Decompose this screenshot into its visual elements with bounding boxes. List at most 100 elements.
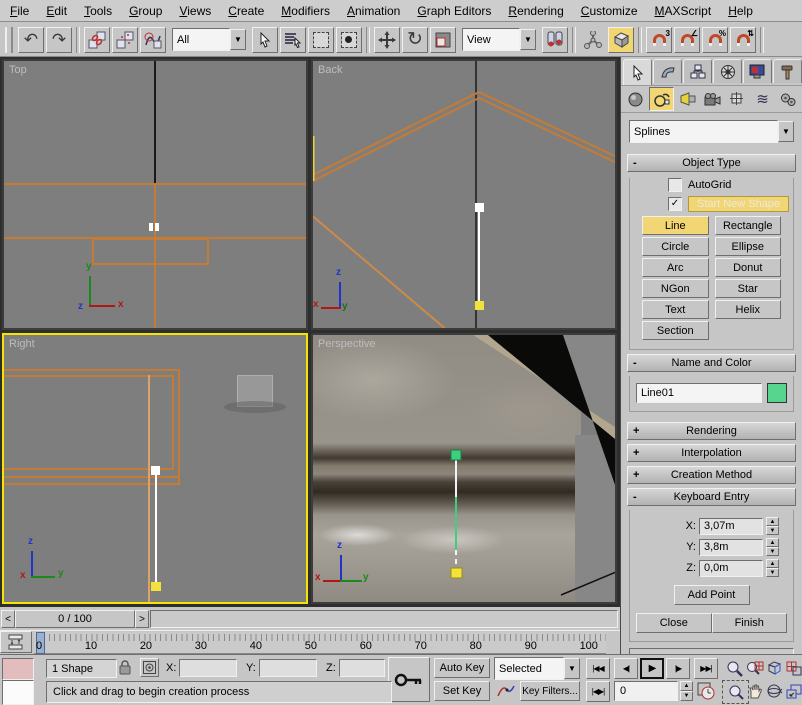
snap-toggle-3d-icon[interactable]: 3 xyxy=(646,27,672,53)
vertex-marker[interactable] xyxy=(151,466,160,475)
tab-hierarchy[interactable] xyxy=(683,59,712,83)
viewport-top-label[interactable]: Top xyxy=(9,64,27,76)
open-mini-curve-editor-icon[interactable] xyxy=(0,631,32,653)
absolute-offset-mode-icon[interactable] xyxy=(140,658,159,677)
vertex-marker-selected[interactable] xyxy=(151,582,161,591)
menu-customize[interactable]: Customize xyxy=(581,4,638,18)
rollout-creation-method[interactable]: + Creation Method xyxy=(627,466,796,484)
key-set-arrow-icon[interactable]: ▼ xyxy=(564,658,580,679)
finish-button[interactable]: Finish xyxy=(712,613,788,633)
menu-help[interactable]: Help xyxy=(728,4,753,18)
button-rectangle[interactable]: Rectangle xyxy=(715,216,782,235)
current-frame-field[interactable]: 0 xyxy=(614,681,678,701)
menu-animation[interactable]: Animation xyxy=(347,4,400,18)
menu-views[interactable]: Views xyxy=(179,4,211,18)
category-helpers-icon[interactable] xyxy=(726,88,749,110)
button-helix[interactable]: Helix xyxy=(715,300,782,319)
add-point-button[interactable]: Add Point xyxy=(674,585,750,605)
y-coord-spinner[interactable]: ▲▼ xyxy=(766,538,779,556)
time-configuration-icon[interactable] xyxy=(697,682,715,703)
menu-modifiers[interactable]: Modifiers xyxy=(281,4,330,18)
auto-key-button[interactable]: Auto Key xyxy=(434,658,490,678)
select-and-move-icon[interactable] xyxy=(374,27,400,53)
tab-motion[interactable] xyxy=(713,59,742,83)
select-and-scale-icon[interactable] xyxy=(430,27,456,53)
key-set-dropdown[interactable]: Selected ▼ xyxy=(494,658,580,679)
tab-modify[interactable] xyxy=(653,59,682,83)
window-crossing-toggle-icon[interactable] xyxy=(336,27,362,53)
time-slider-handle[interactable]: 0 / 100 xyxy=(15,610,135,628)
menu-group[interactable]: Group xyxy=(129,4,162,18)
autogrid-checkbox[interactable] xyxy=(668,178,682,192)
tab-utilities[interactable] xyxy=(773,59,802,83)
button-ngon[interactable]: NGon xyxy=(642,279,709,298)
viewport-top[interactable]: Top y x z xyxy=(2,59,308,330)
menu-graph-editors[interactable]: Graph Editors xyxy=(417,4,491,18)
vertex-marker[interactable] xyxy=(155,223,159,231)
y-coord-field[interactable]: 3,8m xyxy=(699,539,763,556)
current-frame-spinner[interactable]: ▲▼ xyxy=(680,681,693,701)
menu-edit[interactable]: Edit xyxy=(46,4,67,18)
time-slider-track[interactable] xyxy=(150,610,618,628)
viewport-right-label[interactable]: Right xyxy=(9,338,35,350)
key-mode-toggle-icon[interactable]: |◀▶| xyxy=(586,681,610,702)
menu-rendering[interactable]: Rendering xyxy=(508,4,563,18)
viewport-perspective-label[interactable]: Perspective xyxy=(318,338,375,350)
object-color-swatch[interactable] xyxy=(767,383,787,403)
vertex-marker[interactable] xyxy=(149,223,153,231)
status-x-field[interactable] xyxy=(179,659,237,677)
button-section[interactable]: Section xyxy=(642,321,709,340)
category-lights-icon[interactable] xyxy=(676,88,699,110)
maxscript-mini-listener-macro[interactable] xyxy=(2,658,34,680)
menu-file[interactable]: File xyxy=(10,4,29,18)
tab-create[interactable] xyxy=(623,59,652,85)
undo-icon[interactable]: ↶ xyxy=(18,27,44,53)
status-y-field[interactable] xyxy=(259,659,317,677)
go-to-start-icon[interactable]: |◀◀ xyxy=(586,658,610,679)
spline-category-arrow-icon[interactable]: ▼ xyxy=(778,121,794,142)
button-arc[interactable]: Arc xyxy=(642,258,709,277)
select-and-manipulate-icon[interactable] xyxy=(580,27,606,53)
selection-lock-icon[interactable] xyxy=(118,659,132,678)
tab-display[interactable] xyxy=(743,59,772,83)
play-animation-icon[interactable]: ▶ xyxy=(640,658,664,679)
maximize-viewport-toggle-icon[interactable] xyxy=(781,680,802,702)
z-coord-field[interactable]: 0,0m xyxy=(699,560,763,577)
viewport-perspective[interactable]: Perspective z x y xyxy=(311,333,617,604)
button-line[interactable]: Line xyxy=(642,216,709,235)
select-object-icon[interactable] xyxy=(252,27,278,53)
spinner-snap-icon[interactable]: ⇅ xyxy=(730,27,756,53)
reference-coordinate-arrow-icon[interactable]: ▼ xyxy=(520,29,536,50)
rollout-name-color[interactable]: - Name and Color xyxy=(627,354,796,372)
rollout-object-type[interactable]: - Object Type xyxy=(627,154,796,172)
x-coord-field[interactable]: 3,07m xyxy=(699,518,763,535)
x-coord-spinner[interactable]: ▲▼ xyxy=(766,517,779,535)
category-spacewarps-icon[interactable]: ≋ xyxy=(751,88,774,110)
viewport-right[interactable]: Right z x y xyxy=(2,333,308,604)
reference-coordinate-dropdown[interactable]: View ▼ xyxy=(462,29,536,50)
button-star[interactable]: Star xyxy=(715,279,782,298)
time-slider-prev-icon[interactable]: < xyxy=(1,610,15,628)
rollout-interpolation[interactable]: + Interpolation xyxy=(627,444,796,462)
bind-to-space-warp-icon[interactable] xyxy=(140,27,166,53)
rectangular-selection-region-icon[interactable] xyxy=(308,27,334,53)
set-key-button[interactable]: Set Key xyxy=(434,681,490,701)
rollout-rendering[interactable]: + Rendering xyxy=(627,422,796,440)
selection-filter-dropdown[interactable]: All ▼ xyxy=(172,29,246,50)
category-geometry-icon[interactable] xyxy=(624,88,647,110)
menu-tools[interactable]: Tools xyxy=(84,4,112,18)
menu-maxscript[interactable]: MAXScript xyxy=(655,4,712,18)
angle-snap-icon[interactable]: ∠ xyxy=(674,27,700,53)
time-slider-next-icon[interactable]: > xyxy=(135,610,149,628)
maxscript-mini-listener[interactable] xyxy=(2,680,34,705)
key-filters-button[interactable]: Key Filters... xyxy=(520,681,580,701)
status-z-field[interactable] xyxy=(339,659,385,677)
button-text[interactable]: Text xyxy=(642,300,709,319)
toolbar-grip[interactable] xyxy=(5,27,13,53)
select-by-name-icon[interactable] xyxy=(280,27,306,53)
category-cameras-icon[interactable] xyxy=(701,88,724,110)
track-bar-ruler[interactable]: 0 10 20 30 40 50 60 70 80 90 100 xyxy=(34,632,606,654)
start-new-shape-checkbox[interactable]: ✓ xyxy=(668,197,682,211)
selection-filter-arrow-icon[interactable]: ▼ xyxy=(230,29,246,50)
object-name-field[interactable]: Line01 xyxy=(636,383,762,403)
